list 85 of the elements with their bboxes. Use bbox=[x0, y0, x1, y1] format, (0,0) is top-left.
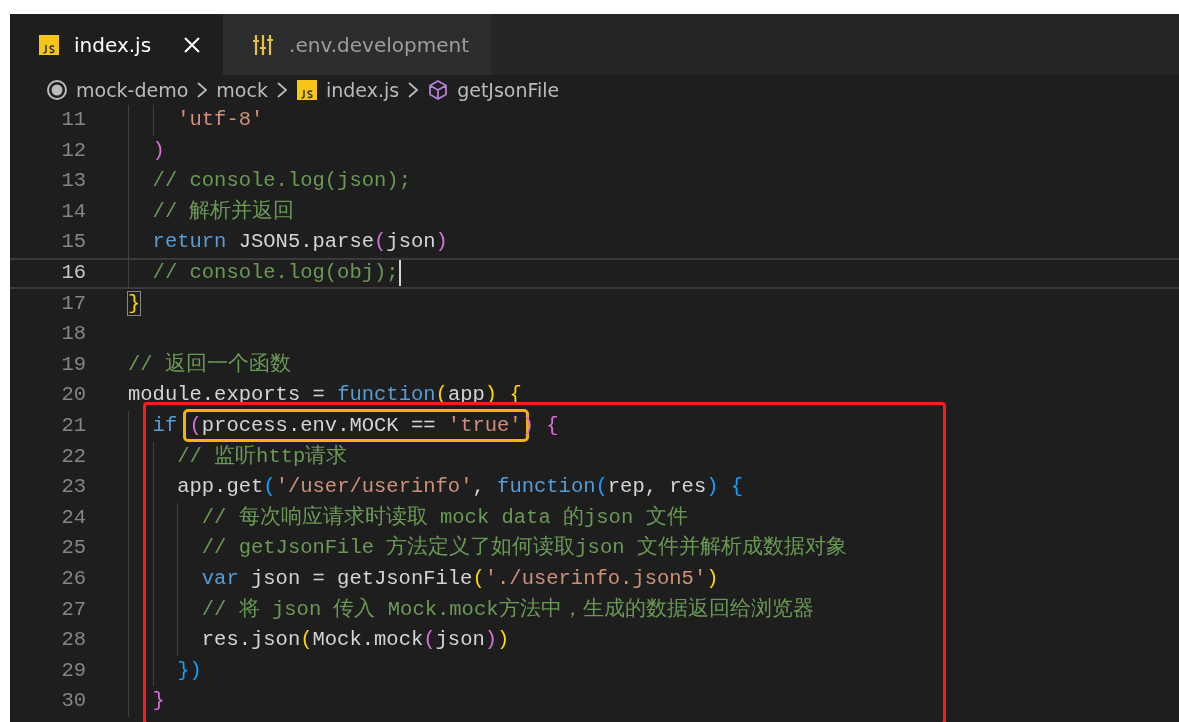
line-number: 26 bbox=[60, 565, 87, 592]
line-number: 21 bbox=[60, 412, 87, 439]
line-number: 24 bbox=[60, 504, 87, 531]
line-number: 14 bbox=[60, 198, 87, 225]
line-number: 22 bbox=[60, 443, 87, 470]
bracket: ) bbox=[706, 566, 719, 590]
circle-icon bbox=[46, 79, 68, 101]
code-token: rep, res bbox=[607, 475, 707, 499]
breadcrumb-item-link[interactable]: index.js bbox=[325, 75, 400, 105]
code-token: app bbox=[447, 383, 485, 407]
code-token: './userinfo.json5' bbox=[484, 566, 707, 590]
text-cursor bbox=[398, 259, 401, 286]
js-file-icon bbox=[295, 79, 318, 101]
code-comment: // 将 json 传入 Mock.mock方法中，生成的数据返回给浏览器 bbox=[201, 597, 814, 621]
bracket: } bbox=[177, 658, 190, 682]
code-comment: // 每次响应请求时读取 mock data 的json 文件 bbox=[201, 505, 688, 529]
bracket: ( bbox=[472, 566, 485, 590]
editor-tab[interactable]: index.js bbox=[10, 14, 224, 75]
line-number: 27 bbox=[60, 596, 87, 623]
editor-tab[interactable]: .env.development bbox=[223, 14, 491, 75]
code-token: json bbox=[435, 628, 485, 652]
code-token: res.json bbox=[201, 628, 301, 652]
sliders-icon bbox=[251, 32, 276, 57]
code-token: '/user/userinfo' bbox=[275, 475, 473, 499]
bracket: ) bbox=[189, 658, 202, 682]
breadcrumb-item-link[interactable]: mock bbox=[216, 75, 268, 105]
breadcrumb-item-link[interactable]: getJsonFile bbox=[457, 75, 560, 105]
line-number: 12 bbox=[60, 137, 87, 164]
chevron-icon bbox=[196, 80, 209, 100]
bracket: ) bbox=[152, 138, 165, 162]
code-token: var bbox=[201, 566, 239, 590]
code-comment: // 监听http请求 bbox=[177, 444, 348, 468]
line-number: 16 bbox=[60, 259, 87, 286]
bracket: ( bbox=[374, 230, 387, 254]
code-token: process.env.MOCK == bbox=[201, 413, 437, 437]
code-token: app.get bbox=[177, 475, 264, 499]
chevron-icon bbox=[275, 80, 288, 100]
close-icon[interactable] bbox=[183, 35, 202, 54]
bracket: ) bbox=[521, 413, 535, 437]
bracket: ) bbox=[435, 230, 448, 254]
code-token: module.exports = bbox=[128, 383, 326, 407]
code-token: 'true' bbox=[447, 413, 522, 437]
code-token: json = getJsonFile bbox=[250, 566, 473, 590]
bracket: ) bbox=[497, 628, 510, 652]
line-number: 23 bbox=[60, 474, 87, 501]
cube-icon bbox=[427, 79, 450, 101]
code-comment: // getJsonFile 方法定义了如何读取json 文件并解析成数据对象 bbox=[201, 536, 847, 560]
line-number: 15 bbox=[60, 229, 87, 256]
code-comment: // console.log(json); bbox=[152, 169, 411, 193]
code-token: 'utf-8' bbox=[177, 108, 264, 131]
line-number: 29 bbox=[60, 657, 87, 684]
bracket: ( bbox=[595, 475, 608, 499]
breadcrumb-item-link[interactable]: mock-demo bbox=[76, 75, 189, 105]
bracket: ( bbox=[423, 628, 436, 652]
code-comment: // 解析并返回 bbox=[152, 199, 295, 223]
line-number: 13 bbox=[60, 168, 87, 195]
line-number: 17 bbox=[60, 290, 87, 317]
bracket: ) bbox=[706, 475, 720, 499]
line-number: 25 bbox=[60, 535, 87, 562]
code-token: json bbox=[386, 230, 436, 254]
line-number: 18 bbox=[60, 321, 87, 348]
bracket: ( bbox=[300, 628, 313, 652]
code-token: if bbox=[152, 413, 179, 437]
bracket: { bbox=[730, 475, 744, 499]
line-number: 28 bbox=[60, 627, 87, 654]
code-comment: // console.log(obj); bbox=[152, 260, 399, 284]
bracket: ( bbox=[263, 475, 276, 499]
bracket: ) bbox=[484, 628, 498, 652]
code-token: , bbox=[472, 475, 486, 499]
code-token: return bbox=[152, 230, 227, 254]
bracket: } bbox=[128, 291, 141, 315]
js-file-icon bbox=[38, 33, 60, 56]
code-token: function bbox=[337, 383, 436, 407]
bracket: ( bbox=[189, 413, 202, 437]
line-number: 19 bbox=[60, 351, 87, 378]
bracket: { bbox=[546, 413, 559, 437]
chevron-icon bbox=[407, 80, 420, 100]
line-number: 11 bbox=[60, 107, 87, 133]
bracket: } bbox=[152, 689, 165, 713]
code-token: Mock.mock bbox=[312, 628, 424, 652]
code-comment: // 返回一个函数 bbox=[128, 352, 291, 376]
line-number: 30 bbox=[60, 688, 87, 715]
code-token: function bbox=[497, 475, 596, 499]
line-number: 20 bbox=[60, 382, 87, 409]
code-token: JSON5.parse bbox=[237, 230, 375, 254]
